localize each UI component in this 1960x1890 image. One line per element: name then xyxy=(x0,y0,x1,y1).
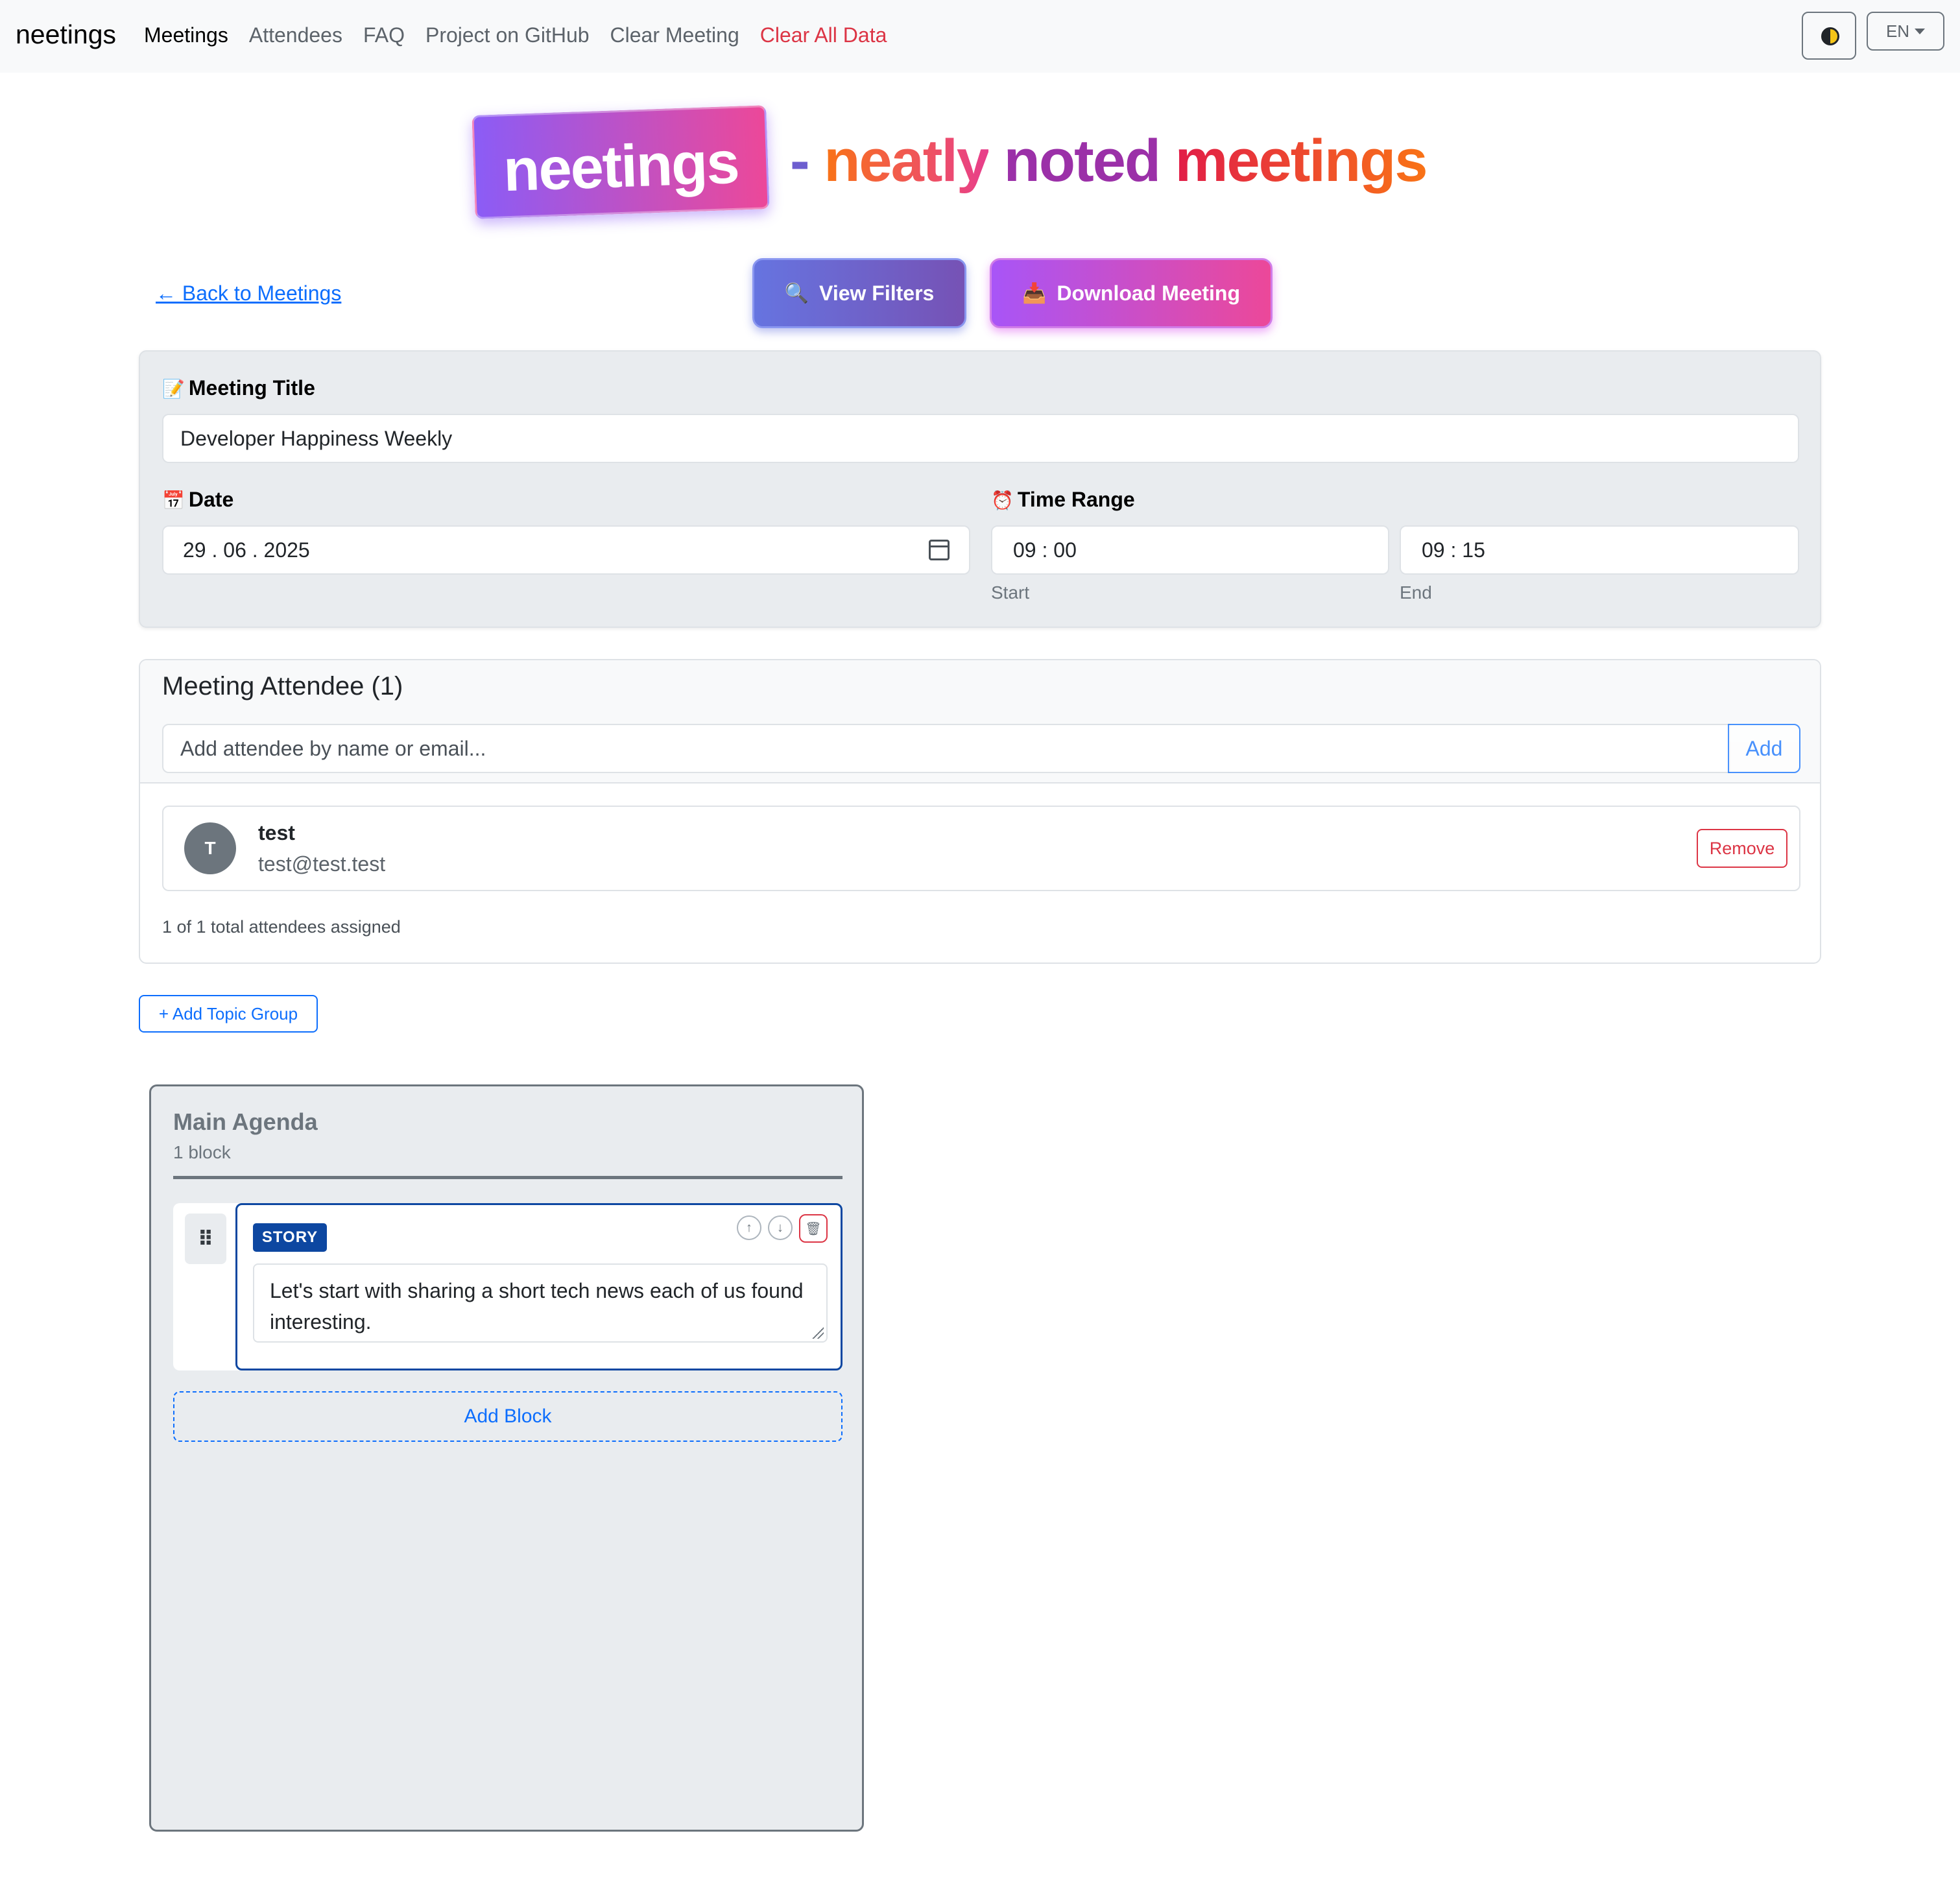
nav-link-meetings[interactable]: Meetings xyxy=(144,23,228,47)
time-range-label: ⏰ Time Range xyxy=(991,488,1135,511)
memo-icon: 📝 xyxy=(162,379,185,399)
meeting-info-card: 📝 Meeting Title Developer Happiness Weekl… xyxy=(139,350,1821,628)
attendees-card-header: Meeting Attendee (1) Add attendee by nam… xyxy=(140,660,1820,784)
language-label: EN xyxy=(1885,21,1910,41)
inbox-tray-icon: 📥 xyxy=(1022,282,1047,304)
agenda-block-item: ⠿ STORY ↑ ↓ 🗑 Let's start with sharing a… xyxy=(173,1203,843,1370)
add-attendee-input[interactable]: Add attendee by name or email... xyxy=(162,724,1730,773)
view-filters-label: View Filters xyxy=(819,281,935,305)
alarm-clock-icon: ⏰ xyxy=(991,490,1014,510)
attendees-title: Meeting Attendee (1) xyxy=(162,672,403,700)
block-text-area[interactable]: Let's start with sharing a short tech ne… xyxy=(253,1263,828,1343)
view-filters-button[interactable]: 🔍 View Filters xyxy=(752,258,966,328)
start-caption: Start xyxy=(991,582,1030,603)
remove-attendee-button[interactable]: Remove xyxy=(1697,829,1787,868)
move-up-icon[interactable]: ↑ xyxy=(737,1215,761,1240)
tagline-word-neatly: neatly xyxy=(824,128,990,194)
attendee-row: T test test@test.test Remove xyxy=(162,806,1800,891)
attendee-name: test xyxy=(258,821,295,844)
meeting-title-input[interactable]: Developer Happiness Weekly xyxy=(162,414,1799,463)
theme-toggle-button[interactable] xyxy=(1802,12,1856,60)
tagline-word-meetings: meetings xyxy=(1175,128,1428,194)
story-block: STORY ↑ ↓ 🗑 Let's start with sharing a s… xyxy=(235,1203,843,1370)
add-topic-group-button[interactable]: + Add Topic Group xyxy=(139,995,318,1033)
topic-group-main-agenda: Main Agenda 1 block ⠿ STORY ↑ ↓ 🗑 Let's … xyxy=(149,1084,864,1832)
tagline-word-noted: noted xyxy=(1003,128,1161,194)
date-value: 29 . 06 . 2025 xyxy=(183,538,310,562)
attendee-count-text: 1 of 1 total attendees assigned xyxy=(162,917,401,937)
topic-group-block-count: 1 block xyxy=(173,1142,231,1162)
trash-icon[interactable]: 🗑 xyxy=(799,1214,828,1243)
half-moon-icon xyxy=(1821,27,1839,45)
language-dropdown[interactable]: EN xyxy=(1867,12,1944,51)
hero-logo-text: neetings xyxy=(502,129,740,204)
add-attendee-button[interactable]: Add xyxy=(1728,724,1800,773)
tagline-dash: - xyxy=(790,128,810,194)
end-caption: End xyxy=(1400,582,1432,603)
download-meeting-button[interactable]: 📥 Download Meeting xyxy=(990,258,1273,328)
drag-handle-icon[interactable]: ⠿ xyxy=(185,1214,226,1264)
brand-logo[interactable]: neetings xyxy=(16,19,116,50)
magnifier-icon: 🔍 xyxy=(784,282,809,304)
caret-down-icon xyxy=(1915,28,1926,34)
end-time-input[interactable]: 09 : 15 xyxy=(1400,525,1799,575)
block-type-badge: STORY xyxy=(253,1223,327,1252)
nav-link-clear-all-data[interactable]: Clear All Data xyxy=(760,23,887,47)
download-meeting-label: Download Meeting xyxy=(1057,281,1240,305)
navbar: neetings Meetings Attendees FAQ Project … xyxy=(0,0,1960,73)
nav-link-clear-meeting[interactable]: Clear Meeting xyxy=(610,23,739,47)
attendees-card: Meeting Attendee (1) Add attendee by nam… xyxy=(139,659,1821,964)
block-text: Let's start with sharing a short tech ne… xyxy=(270,1279,804,1334)
topic-group-title[interactable]: Main Agenda xyxy=(173,1108,318,1136)
attendee-email: test@test.test xyxy=(258,852,386,876)
calendar-emoji-icon: 📅 xyxy=(162,490,185,510)
hero-logo-badge: neetings xyxy=(472,105,770,219)
meeting-title-label: 📝 Meeting Title xyxy=(162,376,315,400)
nav-link-github[interactable]: Project on GitHub xyxy=(425,23,590,47)
add-block-button[interactable]: Add Block xyxy=(173,1391,843,1442)
date-input[interactable]: 29 . 06 . 2025 xyxy=(162,525,970,575)
move-down-icon[interactable]: ↓ xyxy=(768,1215,793,1240)
nav-link-attendees[interactable]: Attendees xyxy=(249,23,342,47)
resize-handle-icon[interactable] xyxy=(811,1326,824,1339)
topic-group-divider xyxy=(173,1176,843,1179)
avatar: T xyxy=(184,822,236,874)
nav-link-faq[interactable]: FAQ xyxy=(363,23,405,47)
nav-links: Meetings Attendees FAQ Project on GitHub… xyxy=(144,23,887,47)
calendar-picker-icon[interactable] xyxy=(929,540,950,560)
date-label: 📅 Date xyxy=(162,488,234,511)
start-time-input[interactable]: 09 : 00 xyxy=(991,525,1389,575)
hero-tagline: - neatly noted meetings xyxy=(790,127,1428,195)
back-to-meetings-link[interactable]: ← Back to Meetings xyxy=(156,281,341,305)
